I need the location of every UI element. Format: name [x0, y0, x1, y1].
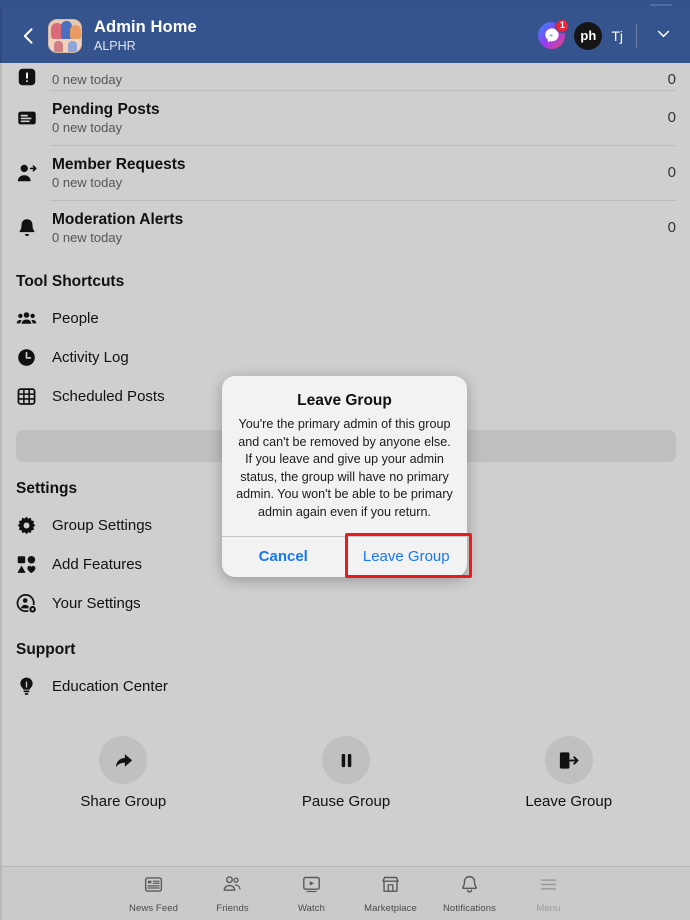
hamburger-menu-icon [538, 874, 559, 900]
back-button[interactable] [12, 19, 46, 53]
sidebar-item-label: Activity Log [52, 349, 129, 366]
person-gear-icon [16, 593, 50, 614]
action-label: Leave Group [525, 793, 613, 810]
nav-item-label: Menu [536, 902, 561, 914]
dialog-actions: Cancel Leave Group [222, 532, 471, 578]
pause-group-button[interactable]: Pause Group [235, 736, 458, 810]
messenger-button[interactable]: 1 [538, 18, 570, 50]
bell-icon [16, 217, 50, 239]
watch-icon [301, 874, 322, 900]
nav-item-menu[interactable]: Menu [509, 874, 588, 914]
list-item-count: 0 [667, 164, 676, 181]
list-item-subtitle: 0 new today [52, 174, 123, 190]
share-group-button[interactable]: Share Group [12, 736, 235, 810]
leave-group-dialog: Leave Group You're the primary admin of … [222, 376, 471, 578]
nav-item-notifications[interactable]: Notifications [430, 874, 509, 914]
shapes-icon [16, 554, 50, 575]
dialog-message: You're the primary admin of this group a… [236, 417, 453, 519]
marketplace-icon [380, 874, 401, 900]
nav-item-marketplace[interactable]: Marketplace [351, 874, 430, 914]
list-item-count: 0 [667, 71, 676, 88]
tool-shortcuts-heading: Tool Shortcuts [16, 273, 125, 290]
window-top-strip [0, 0, 690, 8]
action-label: Pause Group [301, 793, 391, 810]
cancel-button[interactable]: Cancel [222, 537, 345, 577]
action-label: Share Group [80, 793, 167, 810]
sidebar-item-education-center[interactable]: Education Center [2, 667, 690, 706]
sidebar-item-label: Scheduled Posts [52, 388, 165, 405]
list-item-text: Pending Posts 0 new today [50, 100, 668, 136]
group-action-row: Share Group Pause Group Leave Group [2, 736, 690, 810]
clock-icon [16, 347, 50, 368]
sidebar-item-label: Group Settings [52, 517, 153, 534]
account-menu-button[interactable] [650, 23, 676, 49]
app-header: Admin Home ALPHR 1 ph Tj [0, 8, 690, 63]
list-item-text: 0 new today [50, 71, 668, 88]
list-item-subtitle: 0 new today [52, 119, 123, 135]
header-title-group: Admin Home ALPHR [94, 18, 197, 54]
list-item-subtitle: 0 new today [52, 229, 123, 245]
sidebar-item-activity-log[interactable]: Activity Log [2, 338, 690, 377]
user-name-label: Tj [611, 27, 623, 44]
list-item-title: Pending Posts [52, 100, 160, 118]
list-item-count: 0 [667, 219, 676, 236]
page-title: Admin Home [94, 17, 197, 36]
sidebar-item-your-settings[interactable]: Your Settings [2, 584, 690, 623]
dialog-body: Leave Group You're the primary admin of … [222, 376, 467, 536]
list-item-title: Member Requests [52, 155, 186, 173]
dialog-title: Leave Group [297, 392, 392, 409]
nav-item-label: News Feed [129, 902, 178, 914]
sidebar-item-label: Education Center [52, 678, 168, 695]
page-subtitle: ALPHR [94, 38, 136, 53]
sidebar-item-people[interactable]: People [2, 299, 690, 338]
news-feed-icon [143, 874, 164, 900]
lightbulb-icon [16, 676, 50, 697]
chevron-left-icon [19, 26, 39, 46]
pending-posts-icon [16, 107, 50, 129]
sidebar-item-label: Add Features [52, 556, 143, 573]
nav-item-label: Friends [216, 902, 249, 914]
list-item-title: Moderation Alerts [52, 210, 184, 228]
exclamation-box-icon [16, 66, 50, 88]
chevron-down-icon [655, 25, 672, 47]
list-item-text: Moderation Alerts 0 new today [50, 210, 668, 246]
list-item[interactable]: Moderation Alerts 0 new today 0 [2, 200, 690, 255]
nav-item-news-feed[interactable]: News Feed [114, 874, 193, 914]
member-requests-icon [16, 162, 50, 184]
avatar[interactable]: ph [574, 21, 603, 50]
confirm-leave-group-button[interactable]: Leave Group [344, 532, 471, 578]
leave-group-button[interactable]: Leave Group [457, 736, 680, 810]
admin-alert-list: 0 new today 0 Pending Posts 0 new today … [2, 63, 690, 255]
group-avatar-image[interactable] [48, 18, 82, 53]
share-arrow-icon [99, 736, 148, 784]
gear-icon [16, 515, 50, 536]
people-icon [16, 308, 50, 329]
sidebar-item-label: People [52, 310, 99, 327]
list-item[interactable]: 0 new today 0 [2, 63, 690, 90]
avatar-initials: ph [580, 28, 597, 43]
header-actions: 1 ph Tj [538, 18, 676, 50]
messenger-badge: 1 [555, 18, 570, 33]
header-divider [636, 23, 637, 48]
nav-item-label: Marketplace [364, 902, 417, 914]
nav-item-watch[interactable]: Watch [272, 874, 351, 914]
list-item[interactable]: Member Requests 0 new today 0 [2, 145, 690, 200]
list-item-text: Member Requests 0 new today [50, 155, 668, 191]
list-item[interactable]: Pending Posts 0 new today 0 [2, 90, 690, 145]
notifications-bell-icon [459, 874, 480, 900]
nav-item-label: Notifications [442, 902, 497, 914]
pause-icon [322, 736, 370, 784]
list-item-count: 0 [667, 109, 676, 126]
nav-item-friends[interactable]: Friends [193, 874, 272, 914]
bottom-navigation-bar: News Feed Friends Watch Marketplace Noti [0, 866, 690, 920]
exit-door-icon [544, 736, 593, 784]
sidebar-item-label: Your Settings [52, 595, 141, 612]
window-control-dash [650, 4, 672, 6]
list-item-subtitle: 0 new today [52, 72, 123, 87]
support-heading: Support [16, 641, 76, 658]
calendar-grid-icon [16, 386, 50, 407]
nav-item-label: Watch [297, 902, 326, 914]
facebook-admin-home-screen: Admin Home ALPHR 1 ph Tj 0 new today 0 P… [0, 0, 690, 920]
friends-icon [222, 874, 243, 900]
